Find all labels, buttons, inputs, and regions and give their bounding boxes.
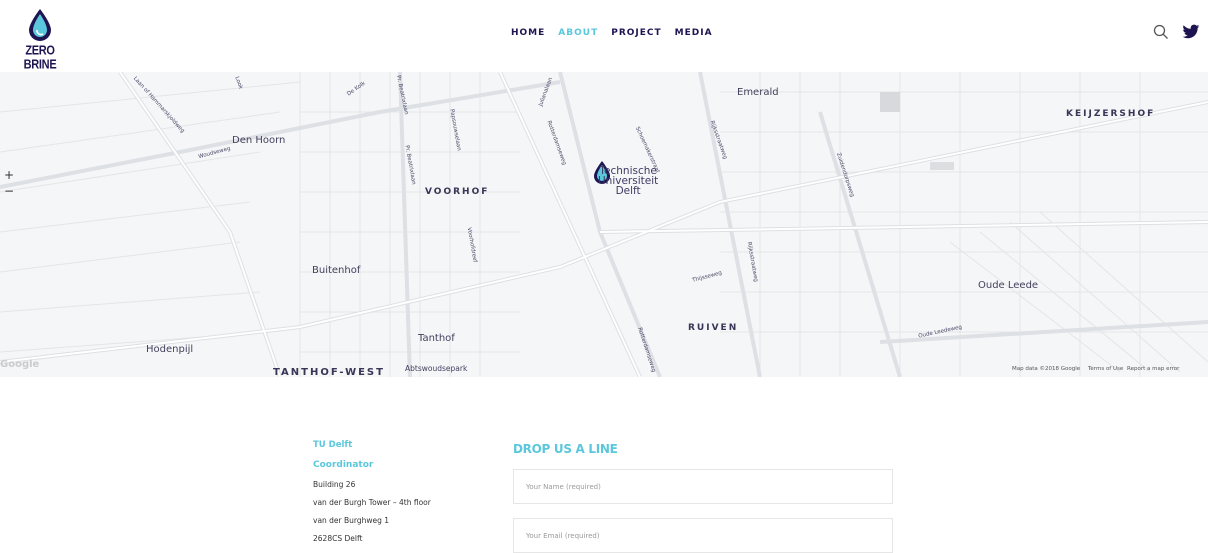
zoom-in-button[interactable]: +	[4, 168, 14, 182]
contact-address-line: van der Burghweg 1	[313, 516, 390, 525]
map-district-ruiven: RUIVEN	[688, 323, 739, 333]
map-roads	[0, 72, 1208, 377]
nav-home[interactable]: HOME	[511, 28, 545, 38]
google-logo: Google	[0, 359, 40, 370]
map-place-buitenhof: Buitenhof	[312, 265, 361, 276]
contact-role: Coordinator	[313, 460, 374, 470]
map-report-link[interactable]: Report a map error	[1127, 366, 1179, 372]
nav-about[interactable]: ABOUT	[558, 28, 598, 38]
contact-org: TU Delft	[313, 440, 353, 450]
contact-address-line: 2628CS Delft	[313, 534, 363, 543]
logo-text: ZERO BRINE	[23, 44, 57, 72]
map-district-voorhof: VOORHOF	[425, 187, 490, 197]
map-place-tanthof: Tanthof	[418, 333, 455, 344]
twitter-icon[interactable]	[1182, 24, 1200, 40]
map-marker-label: Technische Universiteit Delft	[598, 166, 658, 197]
map-place-den-hoorn: Den Hoorn	[232, 135, 286, 146]
map-district-keijzershof: KEIJZERSHOF	[1066, 109, 1156, 119]
zoom-out-button[interactable]: −	[4, 184, 14, 198]
contact-address-line: Building 26	[313, 480, 356, 489]
form-title: DROP US A LINE	[513, 442, 618, 456]
email-input[interactable]	[513, 518, 893, 553]
name-input[interactable]	[513, 469, 893, 504]
map-place-oude-leede: Oude Leede	[978, 280, 1039, 291]
map[interactable]: VOORHOF KEIJZERSHOF RUIVEN TANTHOF-WEST …	[0, 72, 1208, 377]
map-data-attribution: Map data ©2018 Google	[1012, 366, 1081, 372]
map-terms-link[interactable]: Terms of Use	[1088, 366, 1123, 372]
water-drop-icon	[29, 9, 51, 41]
map-place-abtswoudsepark: Abtswoudsepark	[405, 364, 468, 373]
map-place-emerald: Emerald	[737, 87, 779, 98]
map-district-tanthof-west: TANTHOF-WEST	[273, 367, 385, 377]
contact-address-line: van der Burgh Tower – 4th floor	[313, 498, 431, 507]
map-place-hodenpijl: Hodenpijl	[146, 344, 194, 355]
search-icon[interactable]	[1152, 23, 1170, 41]
nav-project[interactable]: PROJECT	[611, 28, 661, 38]
site-header: ZERO BRINE HOME ABOUT PROJECT MEDIA	[0, 0, 1208, 72]
contact-info: TU Delft Coordinator Building 26 van der…	[313, 440, 431, 543]
logo[interactable]: ZERO BRINE	[12, 6, 68, 72]
nav-media[interactable]: MEDIA	[675, 28, 713, 38]
main-nav: HOME ABOUT PROJECT MEDIA	[511, 28, 726, 38]
map-marker-label-line: Delft	[615, 185, 641, 197]
